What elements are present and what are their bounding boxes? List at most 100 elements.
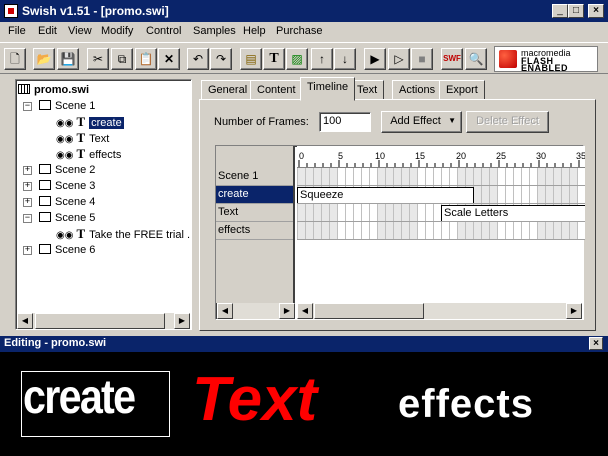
scene-icon	[39, 212, 51, 222]
scroll-left-icon[interactable]: ◀	[17, 313, 33, 329]
text-object-icon: T	[76, 130, 86, 145]
movie-icon	[18, 84, 30, 94]
cut-icon[interactable]: ✂	[87, 48, 109, 70]
timeline-horizontal-scrollbar[interactable]: ◀ ▶	[297, 303, 582, 319]
ruler-label: 0	[299, 151, 305, 161]
scroll-right-icon[interactable]: ▶	[279, 303, 295, 319]
scroll-right-icon[interactable]: ▶	[174, 313, 190, 329]
play-scene-icon[interactable]: ▷	[388, 48, 410, 70]
expand-scene2-icon[interactable]: +	[23, 166, 32, 175]
scroll-thumb[interactable]	[314, 303, 424, 319]
object-tree[interactable]: promo.swi − Scene 1 ◉◉ Tcreate ◉◉ T Text ◉◉…	[15, 79, 192, 330]
undo-icon[interactable]: ↶	[187, 48, 209, 70]
save-icon[interactable]: 💾	[57, 48, 79, 70]
menu-view[interactable]: View	[68, 25, 92, 37]
tree-item-effects[interactable]: ◉◉ Teffects	[56, 146, 121, 162]
timeline-row-scene1[interactable]: Scene 1	[216, 168, 293, 186]
editing-close-icon[interactable]: ×	[589, 337, 603, 350]
preview-browser-icon[interactable]: 🔍	[465, 48, 487, 70]
new-file-icon[interactable]: 🗋	[4, 48, 26, 70]
expand-scene4-icon[interactable]: +	[23, 198, 32, 207]
tree-root[interactable]: promo.swi	[18, 82, 89, 98]
tree-scene-2[interactable]: Scene 2	[39, 162, 95, 178]
move-down-icon[interactable]: ↓	[334, 48, 356, 70]
toolbar: 🗋 📂 💾 ✂ ⧉ 📋 ✕ ↶ ↷ ▤ T ▨ ↑ ↓ ▶ ▷ ■ SWF 🔍 …	[0, 42, 608, 74]
ruler-label: 30	[536, 151, 547, 161]
menu-control[interactable]: Control	[146, 25, 181, 37]
tree-scene-1[interactable]: Scene 1	[39, 98, 95, 114]
tree-item-create-label: create	[89, 117, 124, 129]
tree-item-create[interactable]: ◉◉ Tcreate	[56, 114, 124, 130]
effect-squeeze[interactable]: Squeeze	[297, 187, 474, 203]
timeline-track-effects[interactable]	[297, 222, 585, 240]
names-scrollbar[interactable]: ◀ ▶	[217, 303, 295, 319]
export-swf-icon[interactable]: SWF	[441, 48, 463, 70]
timeline-track-text[interactable]: Scale Letters	[297, 204, 585, 222]
paste-icon[interactable]: 📋	[135, 48, 157, 70]
tree-scene-3[interactable]: Scene 3	[39, 178, 95, 194]
tab-general[interactable]: General	[201, 80, 255, 100]
editing-title-bar[interactable]: Editing - promo.swi ×	[0, 336, 608, 352]
tree-item-trial[interactable]: ◉◉ T Take the FREE trial .	[56, 226, 190, 242]
timeline-grid[interactable]: Scene 1 create Text effects 0 5 10 15 20…	[215, 145, 585, 320]
macromedia-flash-logo: macromedia FLASH ENABLED	[494, 46, 598, 73]
delete-effect-button[interactable]: Delete Effect	[466, 111, 549, 133]
play-icon[interactable]: ▶	[364, 48, 386, 70]
tab-export[interactable]: Export	[439, 80, 485, 100]
menu-purchase[interactable]: Purchase	[276, 25, 322, 37]
title-bar[interactable]: Swish v1.51 - [promo.swi] _ □ ×	[0, 0, 608, 22]
tab-content[interactable]: Content	[250, 80, 303, 100]
close-icon[interactable]: ×	[588, 4, 604, 18]
menu-help[interactable]: Help	[243, 25, 266, 37]
tree-item-text[interactable]: ◉◉ T Text	[56, 130, 109, 146]
stage-word-effects[interactable]: effects	[398, 382, 534, 427]
minimize-icon[interactable]: _	[552, 4, 568, 18]
redo-icon[interactable]: ↷	[210, 48, 232, 70]
scene-icon	[39, 180, 51, 190]
tab-actions[interactable]: Actions	[392, 80, 443, 100]
stage-word-create[interactable]: create	[23, 370, 136, 425]
insert-scene-icon[interactable]: ▤	[240, 48, 262, 70]
editing-title: Editing - promo.swi	[4, 337, 107, 349]
scroll-right-icon[interactable]: ▶	[566, 303, 582, 319]
menu-file[interactable]: File	[8, 25, 26, 37]
menu-modify[interactable]: Modify	[101, 25, 133, 37]
tree-horizontal-scrollbar[interactable]: ◀ ▶	[17, 313, 190, 329]
stage-canvas[interactable]: create Text effects	[0, 352, 608, 456]
copy-icon[interactable]: ⧉	[111, 48, 133, 70]
timeline-row-create[interactable]: create	[216, 186, 293, 204]
expand-scene6-icon[interactable]: +	[23, 246, 32, 255]
effect-scale-letters[interactable]: Scale Letters	[441, 205, 585, 221]
timeline-track-create[interactable]: Squeeze	[297, 186, 585, 204]
maximize-icon[interactable]: □	[568, 4, 584, 18]
tree-item-text-label: Text	[89, 133, 110, 145]
insert-text-icon[interactable]: T	[263, 48, 285, 70]
move-up-icon[interactable]: ↑	[311, 48, 333, 70]
stage-word-text[interactable]: Text	[192, 364, 317, 435]
open-folder-icon[interactable]: 📂	[33, 48, 55, 70]
tab-timeline[interactable]: Timeline	[300, 77, 356, 101]
expand-scene3-icon[interactable]: +	[23, 182, 32, 191]
scene-icon	[39, 196, 51, 206]
scroll-thumb[interactable]	[35, 313, 165, 329]
timeline-row-text[interactable]: Text	[216, 204, 293, 222]
scroll-left-icon[interactable]: ◀	[297, 303, 313, 319]
timeline-track-scene1[interactable]	[297, 168, 585, 186]
tree-scene-4[interactable]: Scene 4	[39, 194, 95, 210]
collapse-scene1-icon[interactable]: −	[23, 102, 32, 111]
add-effect-button[interactable]: Add Effect ▼	[381, 111, 462, 133]
app-icon[interactable]	[4, 4, 18, 18]
insert-image-icon[interactable]: ▨	[286, 48, 308, 70]
tree-scene-5[interactable]: Scene 5	[39, 210, 95, 226]
stop-icon[interactable]: ■	[411, 48, 433, 70]
menu-samples[interactable]: Samples	[193, 25, 236, 37]
ruler-label: 25	[496, 151, 507, 161]
menu-edit[interactable]: Edit	[38, 25, 57, 37]
delete-icon[interactable]: ✕	[158, 48, 180, 70]
collapse-scene5-icon[interactable]: −	[23, 214, 32, 223]
timeline-row-effects[interactable]: effects	[216, 222, 293, 240]
tree-scene-6[interactable]: Scene 6	[39, 242, 95, 258]
add-effect-label: Add Effect	[390, 115, 441, 127]
frames-input[interactable]: 100	[319, 112, 371, 132]
scroll-left-icon[interactable]: ◀	[217, 303, 233, 319]
